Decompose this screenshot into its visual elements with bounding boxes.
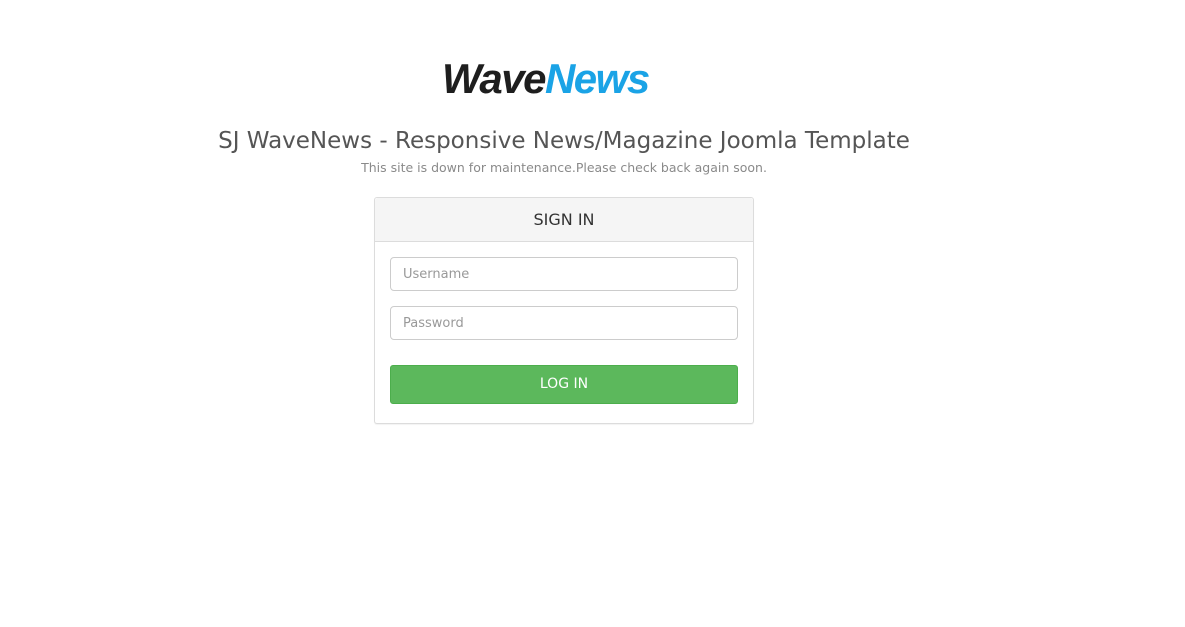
site-title: SJ WaveNews - Responsive News/Magazine J… (218, 128, 910, 154)
login-panel: SIGN IN LOG IN (374, 197, 754, 424)
username-input[interactable] (390, 257, 738, 291)
logo-wave-text: Wave (442, 55, 546, 102)
site-logo: WaveNews (442, 56, 692, 102)
login-panel-heading: SIGN IN (375, 198, 753, 242)
maintenance-message: This site is down for maintenance.Please… (361, 160, 767, 175)
logo-news-text: News (544, 55, 650, 102)
password-input[interactable] (390, 306, 738, 340)
maintenance-page: WaveNews SJ WaveNews - Responsive News/M… (0, 0, 1185, 627)
login-button[interactable]: LOG IN (390, 365, 738, 404)
